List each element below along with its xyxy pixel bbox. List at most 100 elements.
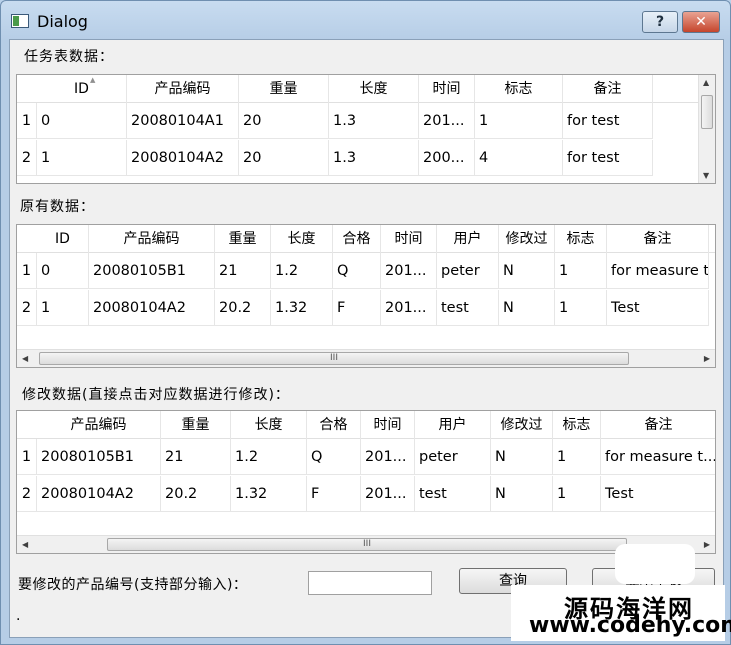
column-header[interactable]: 时间 (361, 411, 415, 439)
row-header[interactable]: 2 (17, 290, 37, 326)
table-cell[interactable]: 1 (555, 253, 607, 289)
column-header[interactable]: 产品编码 (89, 225, 215, 253)
table-cell[interactable]: 1 (555, 290, 607, 326)
table-cell[interactable]: for test (563, 140, 653, 176)
column-header[interactable]: 标志 (555, 225, 607, 253)
table-cell[interactable]: 20 (239, 140, 329, 176)
column-header[interactable]: 时间 (419, 75, 475, 103)
column-header[interactable]: 用户 (415, 411, 491, 439)
row-header[interactable]: 2 (17, 140, 37, 176)
scroll-left-icon[interactable]: ◀ (22, 540, 28, 549)
table-cell[interactable]: 1 (37, 140, 127, 176)
table-cell[interactable]: for measure t... (601, 439, 715, 475)
table-cell[interactable]: 20080104A1 (127, 103, 239, 139)
table-cell[interactable]: N (491, 476, 553, 512)
table-cell[interactable]: test (437, 290, 499, 326)
table-cell[interactable]: 20.2 (215, 290, 271, 326)
table-cell[interactable]: Q (307, 439, 361, 475)
original-table[interactable]: ID 产品编码 重量 长度 合格 时间 用户 修改过 标志 备注 ◀ III ▶ 1 0 200801… (16, 224, 716, 368)
column-header[interactable]: 长度 (231, 411, 307, 439)
table-cell[interactable]: peter (415, 439, 491, 475)
column-header[interactable]: 产品编码 (127, 75, 239, 103)
column-header[interactable]: 长度 (271, 225, 333, 253)
column-header[interactable]: 修改过 (499, 225, 555, 253)
scroll-left-icon[interactable]: ◀ (22, 354, 28, 363)
table-cell[interactable]: 1 (37, 290, 89, 326)
table-cell[interactable]: 201... (361, 476, 415, 512)
scroll-right-icon[interactable]: ▶ (704, 540, 710, 549)
table-cell[interactable]: 201... (361, 439, 415, 475)
column-header[interactable]: 重量 (161, 411, 231, 439)
product-code-input[interactable] (308, 571, 432, 595)
table-cell[interactable]: 20080105B1 (37, 439, 161, 475)
close-button[interactable]: ✕ (682, 11, 720, 33)
help-button[interactable]: ? (642, 11, 678, 33)
table-cell[interactable]: 1 (553, 476, 601, 512)
scroll-up-icon[interactable]: ▲ (703, 78, 709, 87)
table-cell[interactable]: 20080105B1 (89, 253, 215, 289)
column-header[interactable]: 标志 (475, 75, 563, 103)
table-cell[interactable]: 1.3 (329, 140, 419, 176)
task-table[interactable]: ID 产品编码 重量 长度 时间 标志 备注 ▲ ▲ ▼ 1 0 20080104A1 20 1.3… (16, 74, 716, 184)
table-cell[interactable]: 21 (161, 439, 231, 475)
table-cell[interactable]: for measure t (607, 253, 709, 289)
table-cell[interactable]: 20080104A2 (37, 476, 161, 512)
column-header[interactable]: 合格 (333, 225, 381, 253)
row-header[interactable]: 2 (17, 476, 37, 512)
table-cell[interactable]: for test (563, 103, 653, 139)
table-cell[interactable]: 0 (37, 103, 127, 139)
row-header[interactable]: 1 (17, 253, 37, 289)
table-cell[interactable]: 4 (475, 140, 563, 176)
table-cell[interactable]: 20.2 (161, 476, 231, 512)
table-cell[interactable]: F (307, 476, 361, 512)
table-cell[interactable]: 20080104A2 (127, 140, 239, 176)
table-cell[interactable]: Test (601, 476, 715, 512)
table-cell[interactable]: 1 (553, 439, 601, 475)
column-header[interactable]: 用户 (437, 225, 499, 253)
table-cell[interactable]: test (415, 476, 491, 512)
table-cell[interactable]: 201... (419, 103, 475, 139)
table-cell[interactable]: 20 (239, 103, 329, 139)
column-header[interactable]: 产品编码 (37, 411, 161, 439)
column-header[interactable]: 修改过 (491, 411, 553, 439)
column-header[interactable]: 长度 (329, 75, 419, 103)
modify-table[interactable]: 产品编码 重量 长度 合格 时间 用户 修改过 标志 备注 ◀ III ▶ 1 20080105B… (16, 410, 716, 554)
column-header[interactable]: 备注 (601, 411, 715, 439)
column-header[interactable]: 重量 (215, 225, 271, 253)
table-cell[interactable]: F (333, 290, 381, 326)
modify-table-hscrollbar[interactable]: ◀ III ▶ (17, 535, 715, 553)
table-cell[interactable]: Q (333, 253, 381, 289)
row-header[interactable]: 1 (17, 439, 37, 475)
task-table-vscrollbar[interactable]: ▲ ▼ (698, 75, 715, 183)
table-cell[interactable]: N (499, 290, 555, 326)
table-cell[interactable]: 1.32 (231, 476, 307, 512)
table-cell[interactable]: 21 (215, 253, 271, 289)
row-header[interactable]: 1 (17, 103, 37, 139)
column-header[interactable]: ID (37, 75, 127, 103)
table-cell[interactable]: Test (607, 290, 709, 326)
table-cell[interactable]: N (491, 439, 553, 475)
table-cell[interactable]: 1 (475, 103, 563, 139)
column-header[interactable]: 备注 (607, 225, 709, 253)
table-cell[interactable]: 0 (37, 253, 89, 289)
column-header[interactable]: 重量 (239, 75, 329, 103)
table-cell[interactable]: 1.3 (329, 103, 419, 139)
original-table-hscrollbar[interactable]: ◀ III ▶ (17, 349, 715, 367)
task-table-vscroll-thumb[interactable] (701, 95, 713, 129)
scroll-right-icon[interactable]: ▶ (704, 354, 710, 363)
title-bar[interactable]: Dialog ? ✕ (1, 1, 730, 39)
table-cell[interactable]: 1.2 (271, 253, 333, 289)
modify-table-hscroll-thumb[interactable]: III (107, 538, 627, 551)
table-cell[interactable]: peter (437, 253, 499, 289)
column-header[interactable]: 备注 (563, 75, 653, 103)
table-cell[interactable]: 201... (381, 253, 437, 289)
table-cell[interactable]: 20080104A2 (89, 290, 215, 326)
table-cell[interactable]: N (499, 253, 555, 289)
scroll-down-icon[interactable]: ▼ (703, 171, 709, 180)
column-header[interactable]: 时间 (381, 225, 437, 253)
column-header[interactable]: 标志 (553, 411, 601, 439)
column-header[interactable]: ID (37, 225, 89, 253)
table-cell[interactable]: 201... (381, 290, 437, 326)
original-table-hscroll-thumb[interactable]: III (39, 352, 629, 365)
table-cell[interactable]: 1.2 (231, 439, 307, 475)
